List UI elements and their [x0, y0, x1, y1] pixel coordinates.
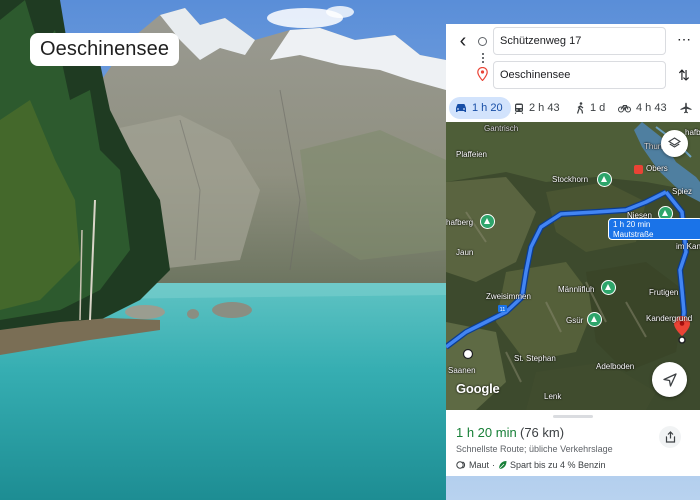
mode-tab-bike[interactable]: 4 h 43: [618, 97, 667, 119]
back-arrow-icon[interactable]: ‹: [454, 30, 472, 52]
mode-tab-car[interactable]: 1 h 20: [449, 97, 511, 119]
map-place-label: Frutigen: [649, 288, 679, 297]
layers-icon: [668, 137, 681, 148]
route-callout-time: 1 h 20 min: [613, 220, 651, 229]
peak-icon[interactable]: [587, 312, 602, 327]
map-place-label: Obers: [646, 164, 668, 173]
route-dots-icon: [482, 52, 484, 64]
navigation-arrow-icon: [662, 372, 677, 387]
route-description: Schnellste Route; übliche Verkehrslage: [456, 444, 613, 454]
map-place-label: Plaffeien: [456, 150, 487, 159]
route-distance: (76 km): [520, 425, 565, 440]
swap-route-icon[interactable]: ⇅: [676, 66, 692, 84]
mode-label: 2 h 43: [529, 102, 560, 114]
mode-label: 1 d: [590, 102, 606, 114]
google-attribution: Google: [456, 381, 500, 396]
maps-directions-panel: ‹ Schützenweg 17 Oeschinensee ⋯ ⇅ 1 h 20: [446, 24, 700, 476]
route-summary-sheet[interactable]: 1 h 20 min (76 km) Schnellste Route; übl…: [446, 410, 700, 476]
transit-icon: [514, 103, 524, 114]
separator-dot: ·: [492, 460, 496, 470]
map-place-label: Adelboden: [596, 362, 635, 371]
origin-field[interactable]: Schützenweg 17: [493, 27, 666, 55]
map-place-label: Zweisimmen: [486, 292, 531, 301]
destination-field[interactable]: Oeschinensee: [493, 61, 666, 89]
route-meta: Maut · Spart bis zu 4 % Benzin: [456, 459, 606, 471]
mode-label: 4 h 43: [636, 102, 667, 114]
map-place-label: Thun: [644, 142, 663, 151]
mode-tab-flight[interactable]: [680, 97, 692, 119]
walk-icon: [576, 102, 584, 114]
road-number: 11: [500, 307, 506, 313]
map-place-label: St. Stephan: [514, 354, 556, 363]
map-place-label: im Kandertal: [676, 242, 700, 251]
route-callout[interactable]: 1 h 20 min Mautstraße: [608, 218, 700, 240]
layers-button[interactable]: [661, 130, 688, 157]
eco-leaf-icon: [498, 461, 507, 470]
peak-icon[interactable]: [480, 214, 495, 229]
origin-dot-icon: [478, 37, 487, 46]
share-icon: [665, 431, 675, 443]
bike-icon: [618, 105, 631, 113]
fuel-savings: Spart bis zu 4 % Benzin: [510, 460, 606, 470]
car-icon: [456, 104, 466, 112]
map-place-label: Gsür: [566, 316, 584, 325]
destination-pin-icon: [477, 67, 488, 81]
route-inputs: ‹ Schützenweg 17 Oeschinensee ⋯ ⇅: [446, 24, 700, 96]
map-place-label: Saanen: [448, 366, 476, 375]
more-options-icon[interactable]: ⋯: [676, 32, 692, 48]
start-navigation-button[interactable]: [652, 362, 687, 397]
travel-mode-tabs: 1 h 20 2 h 43 1 d 4 h 43: [446, 97, 700, 121]
mode-label: 1 h 20: [472, 102, 503, 114]
map-place-label: Lenk: [544, 392, 562, 401]
map-place-label: Gantrisch: [484, 124, 519, 133]
map-place-label: Stockhorn: [552, 175, 589, 184]
map-place-label: hafberg: [446, 218, 474, 227]
route-duration: 1 h 20 min: [456, 425, 517, 440]
map-place-label: Spiez: [672, 187, 693, 196]
drag-handle[interactable]: [553, 415, 593, 418]
route-callout-toll: Mautstraße: [613, 230, 654, 239]
route-map[interactable]: 11 Gantrisch Plaffeien Thun Obers hafber…: [446, 122, 700, 410]
toll-label: Maut: [469, 460, 490, 470]
mode-tab-transit[interactable]: 2 h 43: [514, 97, 560, 119]
toll-icon: [456, 461, 466, 469]
location-label: Oeschinensee: [30, 33, 180, 66]
map-place-label: Männlifluh: [558, 285, 595, 294]
flight-icon: [680, 102, 692, 114]
peak-icon[interactable]: [601, 280, 616, 295]
map-place-label: Jaun: [456, 248, 474, 257]
map-place-label: Kandergrund: [646, 314, 693, 323]
mode-tab-walk[interactable]: 1 d: [576, 97, 605, 119]
peak-icon[interactable]: [597, 172, 612, 187]
share-button[interactable]: [659, 426, 681, 448]
map-place-label: hafberg: [685, 128, 700, 137]
